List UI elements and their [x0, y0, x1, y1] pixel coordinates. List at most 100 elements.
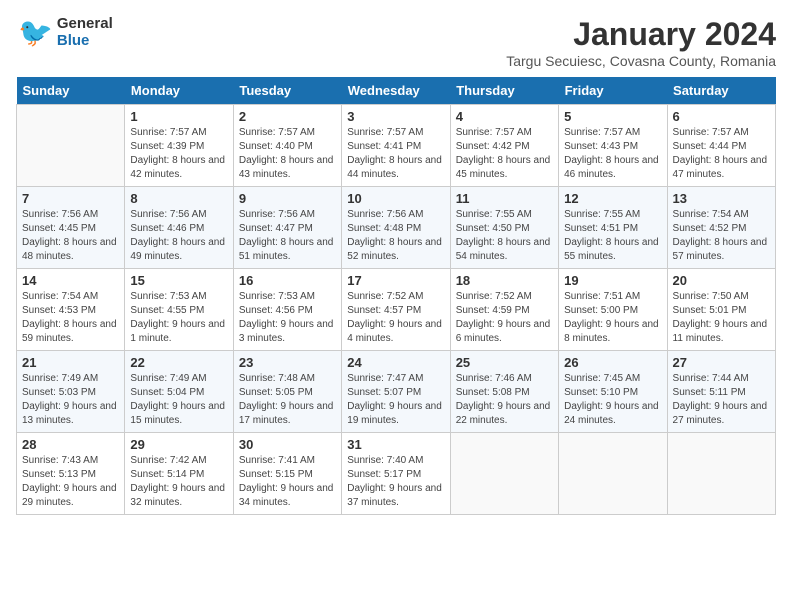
- week-row-2: 14 Sunrise: 7:54 AMSunset: 4:53 PMDayligh…: [17, 269, 776, 351]
- title-section: January 2024 Targu Secuiesc, Covasna Cou…: [506, 16, 776, 69]
- day-number: 27: [673, 355, 770, 370]
- day-info: Sunrise: 7:57 AMSunset: 4:42 PMDaylight:…: [456, 126, 553, 182]
- header-row: SundayMondayTuesdayWednesdayThursdayFrid…: [17, 77, 776, 105]
- day-info: Sunrise: 7:49 AMSunset: 5:03 PMDaylight:…: [22, 372, 119, 428]
- calendar-cell: 28Sunrise: 7:43 AMSunset: 5:13 PMDayligh…: [17, 433, 125, 515]
- calendar-cell: 3 Sunrise: 7:57 AMSunset: 4:41 PMDaylight…: [342, 105, 450, 187]
- day-number: 9: [239, 191, 336, 206]
- calendar-cell: [450, 433, 558, 515]
- logo-text: General Blue: [57, 16, 113, 49]
- day-info: Sunrise: 7:57 AMSunset: 4:39 PMDaylight:…: [130, 126, 227, 182]
- day-info: Sunrise: 7:44 AMSunset: 5:11 PMDaylight:…: [673, 372, 770, 428]
- calendar-cell: 25 Sunrise: 7:46 AMSunset: 5:08 PMDayligh…: [450, 351, 558, 433]
- month-title: January 2024: [506, 16, 776, 53]
- day-info: Sunrise: 7:45 AMSunset: 5:10 PMDaylight:…: [564, 372, 661, 428]
- day-number: 8: [130, 191, 227, 206]
- day-number: 16: [239, 273, 336, 288]
- calendar-cell: 2Sunrise: 7:57 AMSunset: 4:40 PMDaylight…: [233, 105, 341, 187]
- day-info: Sunrise: 7:57 AMSunset: 4:44 PMDaylight:…: [673, 126, 770, 182]
- day-info: Sunrise: 7:57 AMSunset: 4:43 PMDaylight:…: [564, 126, 661, 182]
- day-info: Sunrise: 7:54 AMSunset: 4:52 PMDaylight:…: [673, 208, 770, 264]
- day-number: 25: [456, 355, 553, 370]
- day-info: Sunrise: 7:42 AMSunset: 5:14 PMDaylight:…: [130, 454, 227, 510]
- header-day-friday: Friday: [559, 77, 667, 105]
- logo-blue: Blue: [57, 33, 113, 50]
- day-info: Sunrise: 7:54 AMSunset: 4:53 PMDaylight:…: [22, 290, 119, 346]
- day-info: Sunrise: 7:56 AMSunset: 4:45 PMDaylight:…: [22, 208, 119, 264]
- day-number: 3: [347, 109, 444, 124]
- header-day-wednesday: Wednesday: [342, 77, 450, 105]
- day-info: Sunrise: 7:56 AMSunset: 4:48 PMDaylight:…: [347, 208, 444, 264]
- day-info: Sunrise: 7:56 AMSunset: 4:47 PMDaylight:…: [239, 208, 336, 264]
- day-info: Sunrise: 7:57 AMSunset: 4:41 PMDaylight:…: [347, 126, 444, 182]
- day-number: 18: [456, 273, 553, 288]
- calendar-cell: 21 Sunrise: 7:49 AMSunset: 5:03 PMDayligh…: [17, 351, 125, 433]
- location-title: Targu Secuiesc, Covasna County, Romania: [506, 53, 776, 69]
- header-day-saturday: Saturday: [667, 77, 775, 105]
- page-header: 🐦 General Blue January 2024 Targu Secuie…: [16, 16, 776, 69]
- calendar-cell: 29 Sunrise: 7:42 AMSunset: 5:14 PMDayligh…: [125, 433, 233, 515]
- day-info: Sunrise: 7:53 AMSunset: 4:56 PMDaylight:…: [239, 290, 336, 346]
- day-info: Sunrise: 7:56 AMSunset: 4:46 PMDaylight:…: [130, 208, 227, 264]
- logo: 🐦 General Blue: [16, 16, 113, 49]
- header-day-tuesday: Tuesday: [233, 77, 341, 105]
- day-info: Sunrise: 7:40 AMSunset: 5:17 PMDaylight:…: [347, 454, 444, 510]
- day-info: Sunrise: 7:41 AMSunset: 5:15 PMDaylight:…: [239, 454, 336, 510]
- calendar-cell: [667, 433, 775, 515]
- calendar-cell: 5Sunrise: 7:57 AMSunset: 4:43 PMDaylight…: [559, 105, 667, 187]
- day-number: 1: [130, 109, 227, 124]
- day-number: 10: [347, 191, 444, 206]
- week-row-4: 28Sunrise: 7:43 AMSunset: 5:13 PMDayligh…: [17, 433, 776, 515]
- calendar-cell: [17, 105, 125, 187]
- day-info: Sunrise: 7:49 AMSunset: 5:04 PMDaylight:…: [130, 372, 227, 428]
- calendar-cell: [559, 433, 667, 515]
- day-info: Sunrise: 7:51 AMSunset: 5:00 PMDaylight:…: [564, 290, 661, 346]
- calendar-cell: 30 Sunrise: 7:41 AMSunset: 5:15 PMDayligh…: [233, 433, 341, 515]
- day-number: 15: [130, 273, 227, 288]
- day-number: 6: [673, 109, 770, 124]
- day-info: Sunrise: 7:48 AMSunset: 5:05 PMDaylight:…: [239, 372, 336, 428]
- day-number: 30: [239, 437, 336, 452]
- calendar-cell: 31Sunrise: 7:40 AMSunset: 5:17 PMDayligh…: [342, 433, 450, 515]
- day-number: 20: [673, 273, 770, 288]
- calendar-cell: 19 Sunrise: 7:51 AMSunset: 5:00 PMDayligh…: [559, 269, 667, 351]
- day-number: 4: [456, 109, 553, 124]
- calendar-cell: 7 Sunrise: 7:56 AMSunset: 4:45 PMDaylight…: [17, 187, 125, 269]
- calendar-cell: 18Sunrise: 7:52 AMSunset: 4:59 PMDayligh…: [450, 269, 558, 351]
- calendar-table: SundayMondayTuesdayWednesdayThursdayFrid…: [16, 77, 776, 515]
- day-info: Sunrise: 7:46 AMSunset: 5:08 PMDaylight:…: [456, 372, 553, 428]
- calendar-cell: 27 Sunrise: 7:44 AMSunset: 5:11 PMDayligh…: [667, 351, 775, 433]
- day-number: 7: [22, 191, 119, 206]
- calendar-cell: 13 Sunrise: 7:54 AMSunset: 4:52 PMDayligh…: [667, 187, 775, 269]
- calendar-cell: 14 Sunrise: 7:54 AMSunset: 4:53 PMDayligh…: [17, 269, 125, 351]
- day-number: 13: [673, 191, 770, 206]
- week-row-1: 7 Sunrise: 7:56 AMSunset: 4:45 PMDaylight…: [17, 187, 776, 269]
- day-number: 17: [347, 273, 444, 288]
- week-row-0: 1 Sunrise: 7:57 AMSunset: 4:39 PMDaylight…: [17, 105, 776, 187]
- week-row-3: 21 Sunrise: 7:49 AMSunset: 5:03 PMDayligh…: [17, 351, 776, 433]
- day-number: 29: [130, 437, 227, 452]
- calendar-cell: 10 Sunrise: 7:56 AMSunset: 4:48 PMDayligh…: [342, 187, 450, 269]
- day-number: 24: [347, 355, 444, 370]
- calendar-cell: 9 Sunrise: 7:56 AMSunset: 4:47 PMDaylight…: [233, 187, 341, 269]
- day-number: 19: [564, 273, 661, 288]
- calendar-cell: 16 Sunrise: 7:53 AMSunset: 4:56 PMDayligh…: [233, 269, 341, 351]
- calendar-cell: 4 Sunrise: 7:57 AMSunset: 4:42 PMDaylight…: [450, 105, 558, 187]
- day-number: 14: [22, 273, 119, 288]
- header-day-monday: Monday: [125, 77, 233, 105]
- day-info: Sunrise: 7:55 AMSunset: 4:50 PMDaylight:…: [456, 208, 553, 264]
- day-info: Sunrise: 7:55 AMSunset: 4:51 PMDaylight:…: [564, 208, 661, 264]
- calendar-cell: 20Sunrise: 7:50 AMSunset: 5:01 PMDayligh…: [667, 269, 775, 351]
- calendar-cell: 8 Sunrise: 7:56 AMSunset: 4:46 PMDaylight…: [125, 187, 233, 269]
- calendar-cell: 22Sunrise: 7:49 AMSunset: 5:04 PMDayligh…: [125, 351, 233, 433]
- day-number: 12: [564, 191, 661, 206]
- day-info: Sunrise: 7:43 AMSunset: 5:13 PMDaylight:…: [22, 454, 119, 510]
- day-number: 26: [564, 355, 661, 370]
- day-number: 21: [22, 355, 119, 370]
- calendar-cell: 15Sunrise: 7:53 AMSunset: 4:55 PMDayligh…: [125, 269, 233, 351]
- logo-bird-icon: 🐦: [18, 16, 53, 49]
- calendar-cell: 26 Sunrise: 7:45 AMSunset: 5:10 PMDayligh…: [559, 351, 667, 433]
- calendar-cell: 24 Sunrise: 7:47 AMSunset: 5:07 PMDayligh…: [342, 351, 450, 433]
- calendar-cell: 17Sunrise: 7:52 AMSunset: 4:57 PMDayligh…: [342, 269, 450, 351]
- day-info: Sunrise: 7:47 AMSunset: 5:07 PMDaylight:…: [347, 372, 444, 428]
